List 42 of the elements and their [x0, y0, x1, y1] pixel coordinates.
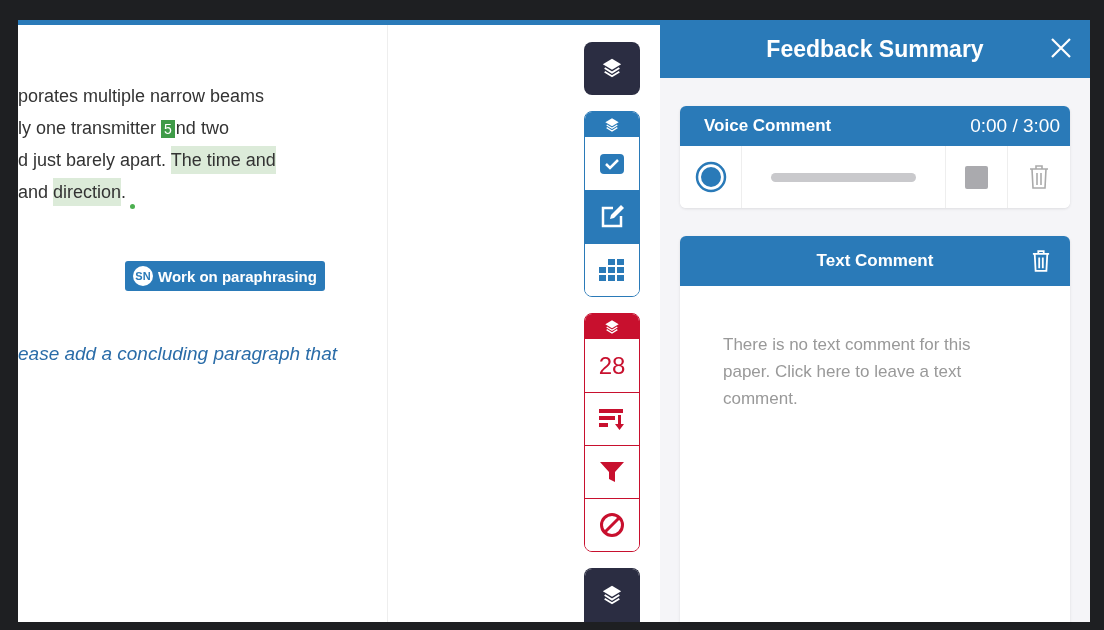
trash-icon [1032, 249, 1050, 273]
recording-time: 0:00 / 3:00 [970, 115, 1060, 137]
document-text: . [121, 182, 127, 202]
panel-title: Feedback Summary [766, 35, 984, 63]
block-icon [599, 512, 625, 538]
record-button[interactable] [680, 146, 742, 208]
empty-comment-message[interactable]: There is no text comment for this paper. Click here to leave a text comment. [680, 286, 1070, 412]
layers-icon [601, 584, 623, 607]
text-comment-title: Text Comment [816, 251, 934, 271]
document-text: ly one transmitter [18, 118, 158, 138]
avatar-initials: SN [133, 266, 153, 286]
trash-icon [1029, 164, 1049, 190]
document-text: porates multiple narrow beams [18, 86, 265, 106]
voice-comment-title: Voice Comment [704, 116, 832, 136]
layers-icon [601, 57, 623, 80]
close-button[interactable] [1050, 37, 1072, 59]
record-icon [693, 160, 728, 194]
layers-icon [604, 116, 620, 133]
document-text: and [18, 182, 50, 202]
sort-icon [599, 407, 625, 432]
delete-button[interactable] [1032, 249, 1050, 273]
comment-marker[interactable]: 5 [161, 120, 175, 138]
layers-button[interactable] [585, 569, 639, 622]
highlighted-text: direction [53, 178, 122, 206]
layers-icon [604, 318, 620, 335]
filter-icon [599, 460, 625, 485]
grid-icon [598, 259, 626, 281]
inline-comment-text: ease add a concluding paragraph that [18, 343, 339, 365]
layers-button[interactable] [584, 42, 640, 95]
layers-button[interactable] [585, 314, 639, 340]
feedback-tag[interactable]: SN Work on paraphrasing [125, 261, 325, 291]
edit-icon [599, 203, 625, 230]
count-value: 28 [598, 351, 626, 380]
grid-tool[interactable] [585, 243, 639, 296]
checkbox-icon [599, 152, 625, 175]
document-text: nd two [175, 118, 229, 138]
highlighted-text: The time and [170, 146, 276, 174]
edit-tool[interactable] [585, 190, 639, 243]
stop-icon [965, 165, 988, 189]
block-tool[interactable] [585, 498, 639, 551]
close-icon [1050, 37, 1072, 59]
document-text: d just barely apart. [18, 150, 168, 170]
